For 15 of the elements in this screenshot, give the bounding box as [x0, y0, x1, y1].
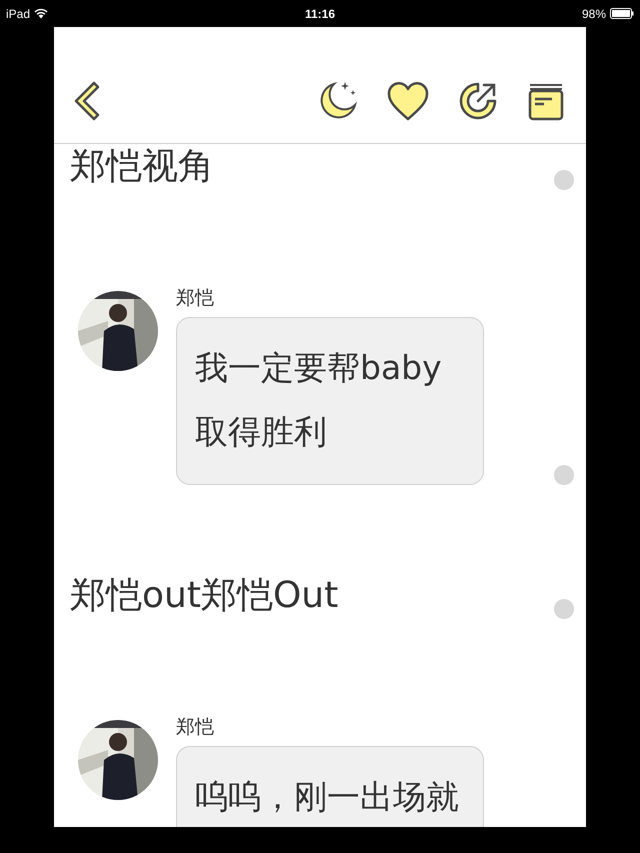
favorite-button[interactable] [386, 79, 430, 123]
status-time: 11:16 [304, 6, 336, 20]
wifi-icon [34, 8, 48, 19]
message-bubble: 我一定要帮baby取得胜利 [176, 317, 484, 485]
narration-text: 郑恺视角 [70, 145, 215, 189]
comment-dot-icon[interactable] [554, 170, 574, 190]
battery-icon [610, 8, 634, 19]
comment-dot-icon[interactable] [554, 599, 574, 619]
battery-percent: 98% [582, 6, 606, 20]
message-bubble: 呜呜，刚一出场就 [176, 746, 484, 827]
narration-text: 郑恺out郑恺Out [70, 574, 340, 618]
sender-name: 郑恺 [176, 715, 214, 740]
comment-dot-icon[interactable] [554, 465, 574, 485]
sender-name: 郑恺 [176, 286, 214, 311]
device-name: iPad [6, 6, 30, 20]
